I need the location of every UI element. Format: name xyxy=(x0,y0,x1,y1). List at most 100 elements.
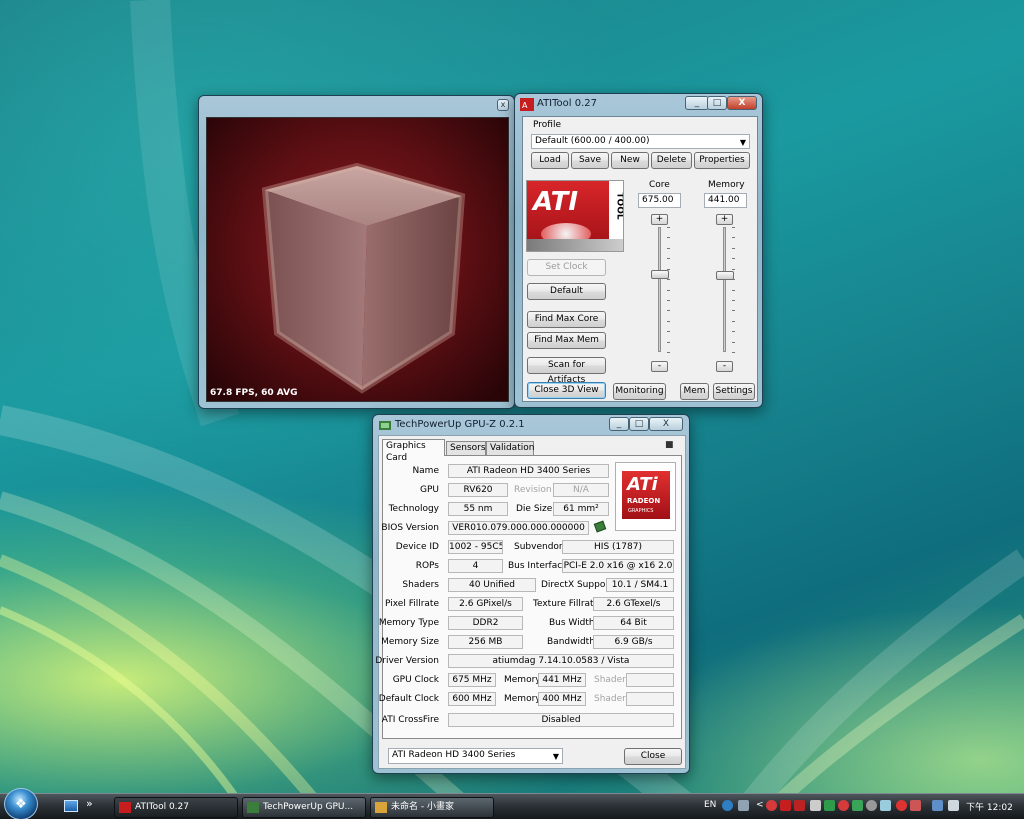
tray-icon-6[interactable] xyxy=(838,800,849,811)
delete-button[interactable]: Delete xyxy=(651,152,692,169)
find-max-core-button[interactable]: Find Max Core xyxy=(527,311,606,328)
gpuz-maximize-button[interactable]: □ xyxy=(629,417,649,431)
tray-icon-8[interactable] xyxy=(866,800,877,811)
paint-app-icon xyxy=(375,802,387,813)
memory-slider-track xyxy=(723,227,726,352)
maximize-button[interactable]: □ xyxy=(707,96,727,110)
mem-button[interactable]: Mem xyxy=(680,383,709,400)
monitoring-button[interactable]: Monitoring xyxy=(613,383,666,400)
settings-button[interactable]: Settings xyxy=(713,383,755,400)
input-tool-icon[interactable] xyxy=(738,800,749,811)
gpuz-close-button[interactable]: X xyxy=(649,417,683,431)
slider-tick xyxy=(732,290,735,291)
tray-icon-7[interactable] xyxy=(852,800,863,811)
taskbar-item-atitool[interactable]: ATITool 0.27 xyxy=(114,797,238,818)
name-label: Name xyxy=(412,466,439,476)
tab-validation[interactable]: Validation xyxy=(486,441,534,455)
core-slider[interactable] xyxy=(645,227,675,357)
properties-button[interactable]: Properties xyxy=(694,152,750,169)
close-3d-view-icon[interactable]: x xyxy=(497,99,509,111)
language-indicator[interactable]: EN xyxy=(704,800,716,810)
texture-fillrate-label: Texture Fillrate xyxy=(533,599,600,609)
card-selector[interactable]: ATI Radeon HD 3400 Series ▼ xyxy=(388,748,563,764)
directx-value: 10.1 / SM4.1 xyxy=(606,578,674,592)
shaders-label: Shaders xyxy=(402,580,439,590)
device-id-value: 1002 - 95C5 xyxy=(448,540,503,554)
fps-counter: 67.8 FPS, 60 AVG xyxy=(210,388,298,398)
die-size-label: Die Size xyxy=(516,504,553,514)
shaders-value: 40 Unified xyxy=(448,578,536,592)
core-increase-button[interactable]: + xyxy=(651,214,668,225)
memory-decrease-button[interactable]: - xyxy=(716,361,733,372)
tray-icon-11[interactable] xyxy=(910,800,921,811)
default-memory-value: 400 MHz xyxy=(538,692,586,706)
quick-launch-chevron[interactable]: » xyxy=(86,797,93,810)
slider-tick xyxy=(732,237,735,238)
taskbar-item-gpuz[interactable]: TechPowerUp GPU... xyxy=(242,797,366,818)
atitool-titlebar[interactable]: A ATITool 0.27 _ □ X xyxy=(515,94,762,116)
scan-for-artifacts-button[interactable]: Scan for Artifacts xyxy=(527,357,606,385)
minimize-button[interactable]: _ xyxy=(685,96,709,110)
profile-select[interactable]: Default (600.00 / 400.00) ▼ xyxy=(531,134,750,149)
ati-app-icon xyxy=(119,802,131,813)
gpuz-close-dialog-button[interactable]: Close xyxy=(624,748,682,765)
default-button[interactable]: Default xyxy=(527,283,606,300)
core-clock-field[interactable]: 675.00 xyxy=(638,193,681,208)
slider-tick xyxy=(667,321,670,322)
gpuz-minimize-button[interactable]: _ xyxy=(609,417,629,431)
chip-icon xyxy=(593,520,607,533)
taskbar-item-label: ATITool 0.27 xyxy=(135,802,189,812)
save-button[interactable]: Save xyxy=(571,152,609,169)
slider-tick xyxy=(667,310,670,311)
show-desktop-icon[interactable] xyxy=(64,800,78,812)
taskbar-item-paint[interactable]: 未命名 - 小畫家 xyxy=(370,797,494,818)
slider-tick xyxy=(667,352,670,353)
memory-increase-button[interactable]: + xyxy=(716,214,733,225)
atitool-window: A ATITool 0.27 _ □ X Profile Default (60… xyxy=(514,93,763,408)
tray-icon-3[interactable] xyxy=(794,800,805,811)
clock[interactable]: 下午 12:02 xyxy=(966,800,1013,813)
tray-icon-4[interactable] xyxy=(810,800,821,811)
core-slider-thumb[interactable] xyxy=(651,270,669,279)
tray-icon-9[interactable] xyxy=(880,800,891,811)
tray-icon-5[interactable] xyxy=(824,800,835,811)
network-icon[interactable] xyxy=(932,800,943,811)
tray-icon-10[interactable] xyxy=(896,800,907,811)
memory-type-label: Memory Type xyxy=(378,618,439,628)
slider-tick xyxy=(667,342,670,343)
gpu-clock-value: 675 MHz xyxy=(448,673,496,687)
slider-tick xyxy=(667,227,670,228)
tab-graphics-card[interactable]: Graphics Card xyxy=(382,439,445,463)
start-button[interactable]: ❖ xyxy=(4,788,38,819)
close-3d-view-button[interactable]: Close 3D View xyxy=(527,382,606,399)
slider-tick xyxy=(732,352,735,353)
slider-tick xyxy=(732,269,735,270)
help-icon[interactable] xyxy=(722,800,733,811)
gpuz-app-icon xyxy=(247,802,259,813)
atitool-client: Profile Default (600.00 / 400.00) ▼ Load… xyxy=(522,116,758,402)
set-clock-button[interactable]: Set Clock xyxy=(527,259,606,276)
load-button[interactable]: Load xyxy=(531,152,569,169)
new-button[interactable]: New xyxy=(611,152,649,169)
find-max-mem-button[interactable]: Find Max Mem xyxy=(527,332,606,349)
default-shader-label: Shader xyxy=(594,694,626,704)
tab-sensors[interactable]: Sensors xyxy=(446,441,486,455)
bandwidth-label: Bandwidth xyxy=(547,637,595,647)
chevron-down-icon: ▼ xyxy=(552,752,559,761)
ati-tool-logo: ATI TOOL xyxy=(526,180,624,252)
memory-size-label: Memory Size xyxy=(381,637,439,647)
gpuz-titlebar[interactable]: TechPowerUp GPU-Z 0.2.1 _ □ X xyxy=(373,415,689,437)
bios-version-label: BIOS Version xyxy=(381,523,439,533)
bus-interface-label: Bus Interface xyxy=(508,561,568,571)
volume-icon[interactable] xyxy=(948,800,959,811)
memory-slider[interactable] xyxy=(710,227,740,357)
tray-expand-chevron[interactable]: < xyxy=(756,800,764,810)
close-button[interactable]: X xyxy=(727,96,757,110)
tray-icon-2[interactable] xyxy=(780,800,791,811)
rops-value: 4 xyxy=(448,559,503,573)
tray-icon-1[interactable] xyxy=(766,800,777,811)
bandwidth-value: 6.9 GB/s xyxy=(593,635,674,649)
camera-icon[interactable]: ■ xyxy=(665,440,674,450)
core-decrease-button[interactable]: - xyxy=(651,361,668,372)
memory-clock-field[interactable]: 441.00 xyxy=(704,193,747,208)
